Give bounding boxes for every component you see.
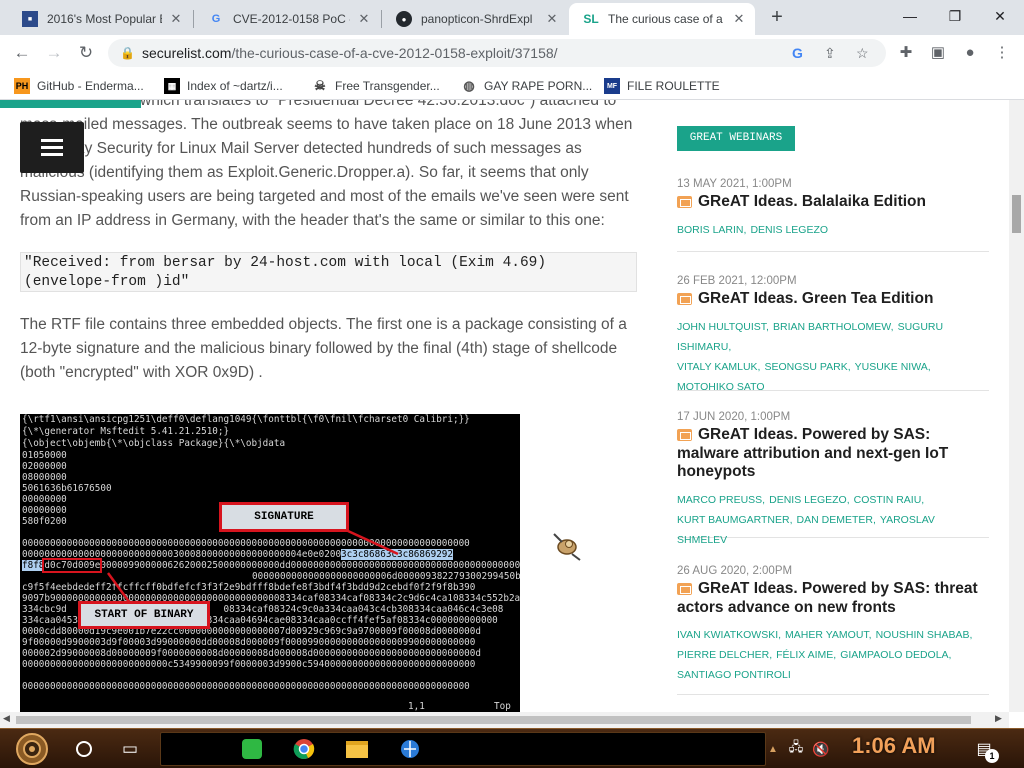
side-panel-icon[interactable]: ▣ <box>924 39 952 67</box>
bookmark-gay[interactable]: ◍ GAY RAPE PORN... <box>461 76 592 96</box>
webinar-title-link[interactable]: GReAT Ideas. Powered by SAS: malware attr… <box>677 426 989 482</box>
share-icon[interactable]: ⇪ <box>824 39 836 67</box>
minimize-button[interactable]: — <box>896 5 924 27</box>
hamburger-menu-button[interactable] <box>20 122 84 173</box>
webinar-speakers: IVAN KWIATKOWSKI, MAHER YAMOUT, NOUSHIN SH… <box>677 629 973 681</box>
task-view-icon[interactable]: ▭ <box>114 733 146 765</box>
restore-button[interactable]: ❐ <box>941 5 969 27</box>
webinar-icon <box>677 583 692 595</box>
notification-count-badge: 1 <box>985 749 999 763</box>
webinar-title-link[interactable]: GReAT Ideas. Green Tea Edition <box>677 290 989 309</box>
pornhub-icon: PH <box>14 78 30 94</box>
securelist-favicon-icon: SL <box>583 12 599 26</box>
network-globe-app-icon[interactable] <box>394 733 426 765</box>
tab-popular-e[interactable]: ■ 2016's Most Popular E ✕ <box>8 3 192 35</box>
new-tab-button[interactable]: + <box>765 6 789 30</box>
tray-overflow-icon[interactable]: ▲ <box>766 733 780 765</box>
globe-icon: ◍ <box>463 78 475 93</box>
webinar-card[interactable]: 26 FEB 2021, 12:00PM GReAT Ideas. Green … <box>677 275 989 393</box>
forward-button[interactable]: → <box>40 39 68 67</box>
close-window-button[interactable]: ✕ <box>986 5 1014 27</box>
webinar-title-link[interactable]: GReAT Ideas. Balalaika Edition <box>677 193 989 212</box>
file-explorer-icon[interactable] <box>341 733 373 765</box>
webinar-speakers: MARCO PREUSS, DENIS LEGEZO, COSTIN RAIU, K… <box>677 493 935 546</box>
start-button[interactable] <box>12 733 52 765</box>
browser-toolbar: ← → ↻ 🔒 securelist.com/the-curious-case-… <box>0 35 1024 71</box>
bookmark-file-roulette[interactable]: MF FILE ROULETTE <box>604 76 720 96</box>
taskbar-clock[interactable]: 1:06 AM <box>852 733 936 759</box>
tab-cve-poc[interactable]: G CVE-2012-0158 PoC - ✕ <box>194 3 380 35</box>
vertical-scrollbar[interactable] <box>1009 100 1024 712</box>
google-favicon-icon: G <box>211 13 221 25</box>
rtf-hexdump-screenshot: {\rtf1\ansi\ansicpg1251\deff0\deflang104… <box>20 414 520 714</box>
extensions-icon[interactable]: ✚ <box>892 39 920 67</box>
signature-callout: SIGNATURE <box>219 502 349 532</box>
close-tab-icon[interactable]: ✕ <box>544 11 560 27</box>
skull-icon: ☠ <box>314 78 326 93</box>
start-of-binary-callout: START OF BINARY <box>78 601 210 629</box>
scroll-left-arrow-icon[interactable]: ◀ <box>3 713 10 724</box>
chrome-icon[interactable] <box>288 733 320 765</box>
browser-window: ■ 2016's Most Popular E ✕ G CVE-2012-015… <box>0 0 1024 728</box>
bookmark-star-icon[interactable]: ☆ <box>856 39 869 67</box>
vertical-scroll-thumb[interactable] <box>1012 195 1021 233</box>
site-favicon-icon: ■ <box>22 11 38 27</box>
menu-dots-icon[interactable]: ⋮ <box>988 39 1016 67</box>
network-tray-icon[interactable]: 🖧 <box>786 733 806 765</box>
windows-taskbar: ▭ ▲ 🖧 🔇 1:06 AM ▤ 1 <box>0 728 1024 768</box>
bookmarks-bar: PH GitHub - Enderma... ▦ Index of ~dartz… <box>0 71 1024 100</box>
bookmark-free-trans[interactable]: ☠ Free Transgender... <box>312 76 440 96</box>
notes-app-icon[interactable] <box>236 733 268 765</box>
webinar-icon <box>677 196 692 208</box>
page-viewport: which translates to "Presidential Decree… <box>0 100 1024 728</box>
webinar-speakers: BORIS LARIN, DENIS LEGEZO <box>677 223 829 236</box>
webinar-card[interactable]: 13 MAY 2021, 1:00PM GReAT Ideas. Balalai… <box>677 178 989 252</box>
scroll-right-arrow-icon[interactable]: ▶ <box>995 713 1002 724</box>
email-header-code-block: "Received: from bersar by 24-host.com wi… <box>20 252 637 292</box>
mediafire-icon: MF <box>604 78 620 94</box>
volume-muted-icon[interactable]: 🔇 <box>810 733 832 765</box>
article-paragraph: The RTF file contains three embedded obj… <box>20 316 627 381</box>
google-lens-icon[interactable]: G <box>792 39 803 67</box>
steampunk-start-icon <box>16 733 48 765</box>
bookmark-github[interactable]: PH GitHub - Enderma... <box>14 76 144 96</box>
cortana-search-icon[interactable] <box>70 733 98 765</box>
horizontal-scrollbar[interactable]: ◀ ▶ <box>0 712 1009 728</box>
webinar-speakers: JOHN HULTQUIST, BRIAN BARTHOLOMEW, SUGURU … <box>677 320 944 393</box>
horizontal-scroll-thumb[interactable] <box>16 716 971 724</box>
close-tab-icon[interactable]: ✕ <box>731 11 747 27</box>
close-tab-icon[interactable]: ✕ <box>168 11 184 27</box>
webinar-icon <box>677 293 692 305</box>
animated-cursor-icon <box>553 533 581 561</box>
back-button[interactable]: ← <box>8 39 36 67</box>
article-paragraph: which translates to "Presidential Decree… <box>20 100 633 229</box>
webinar-card[interactable]: 17 JUN 2020, 1:00PM GReAT Ideas. Powered… <box>677 411 989 546</box>
tab-panopticon[interactable]: ● panopticon-ShrdExpl ✕ <box>382 3 568 35</box>
bookmark-index-dartz[interactable]: ▦ Index of ~dartz/i... <box>164 76 283 96</box>
close-tab-icon[interactable]: ✕ <box>356 11 372 27</box>
qr-icon: ▦ <box>164 78 180 94</box>
great-webinars-badge: GREAT WEBINARS <box>677 126 795 151</box>
reload-button[interactable]: ↻ <box>72 39 100 67</box>
address-bar[interactable]: 🔒 securelist.com/the-curious-case-of-a-c… <box>108 39 886 67</box>
tab-curious-case[interactable]: SL The curious case of a ✕ <box>569 3 755 35</box>
webinar-card[interactable]: 26 AUG 2020, 2:00PM GReAT Ideas. Powered… <box>677 565 989 695</box>
webinar-title-link[interactable]: GReAT Ideas. Powered by SAS: threat actor… <box>677 580 989 617</box>
profile-avatar-icon[interactable]: ● <box>956 39 984 67</box>
webinar-icon <box>677 429 692 441</box>
lock-icon[interactable]: 🔒 <box>120 39 135 67</box>
callout-connector-lines <box>106 529 399 604</box>
tab-strip: ■ 2016's Most Popular E ✕ G CVE-2012-015… <box>0 0 1024 35</box>
github-icon: ● <box>396 11 412 27</box>
